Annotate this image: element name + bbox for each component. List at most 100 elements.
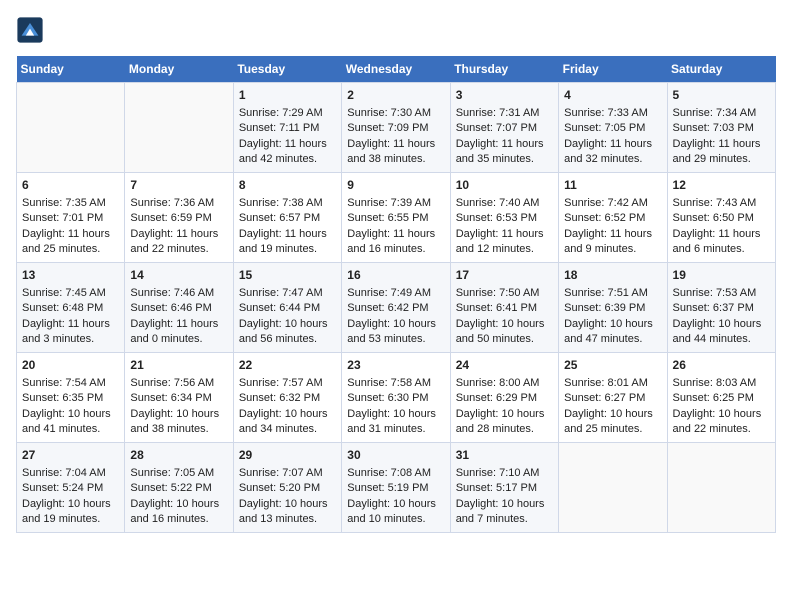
sunrise-text: Sunrise: 7:47 AM	[239, 286, 336, 301]
sunset-text: Sunset: 6:48 PM	[22, 301, 119, 316]
calendar-cell: 26Sunrise: 8:03 AMSunset: 6:25 PMDayligh…	[667, 353, 775, 443]
calendar-cell: 24Sunrise: 8:00 AMSunset: 6:29 PMDayligh…	[450, 353, 558, 443]
calendar-cell: 27Sunrise: 7:04 AMSunset: 5:24 PMDayligh…	[17, 443, 125, 533]
sunset-text: Sunset: 6:53 PM	[456, 211, 553, 226]
sunrise-text: Sunrise: 8:01 AM	[564, 376, 661, 391]
logo	[16, 16, 48, 44]
calendar-cell	[125, 83, 233, 173]
day-number: 16	[347, 267, 444, 284]
sunset-text: Sunset: 6:44 PM	[239, 301, 336, 316]
calendar-cell: 1 Sunrise: 7:29 AMSunset: 7:11 PMDaylight…	[233, 83, 341, 173]
daylight-text: Daylight: 10 hours and 56 minutes.	[239, 317, 336, 348]
daylight-text: Daylight: 11 hours and 6 minutes.	[673, 227, 770, 258]
daylight-text: Daylight: 10 hours and 41 minutes.	[22, 407, 119, 438]
day-of-week-header: Monday	[125, 56, 233, 83]
day-number: 12	[673, 177, 770, 194]
daylight-text: Daylight: 10 hours and 50 minutes.	[456, 317, 553, 348]
sunset-text: Sunset: 7:11 PM	[239, 121, 336, 136]
daylight-text: Daylight: 11 hours and 19 minutes.	[239, 227, 336, 258]
day-number: 17	[456, 267, 553, 284]
daylight-text: Daylight: 11 hours and 22 minutes.	[130, 227, 227, 258]
calendar-table: SundayMondayTuesdayWednesdayThursdayFrid…	[16, 56, 776, 533]
sunset-text: Sunset: 6:30 PM	[347, 391, 444, 406]
day-number: 25	[564, 357, 661, 374]
day-number: 14	[130, 267, 227, 284]
calendar-cell: 16Sunrise: 7:49 AMSunset: 6:42 PMDayligh…	[342, 263, 450, 353]
daylight-text: Daylight: 11 hours and 42 minutes.	[239, 137, 336, 168]
sunrise-text: Sunrise: 7:31 AM	[456, 106, 553, 121]
daylight-text: Daylight: 11 hours and 32 minutes.	[564, 137, 661, 168]
header-row: SundayMondayTuesdayWednesdayThursdayFrid…	[17, 56, 776, 83]
day-number: 15	[239, 267, 336, 284]
sunset-text: Sunset: 7:09 PM	[347, 121, 444, 136]
day-of-week-header: Wednesday	[342, 56, 450, 83]
day-of-week-header: Sunday	[17, 56, 125, 83]
sunset-text: Sunset: 6:39 PM	[564, 301, 661, 316]
day-of-week-header: Tuesday	[233, 56, 341, 83]
sunset-text: Sunset: 7:07 PM	[456, 121, 553, 136]
sunset-text: Sunset: 6:50 PM	[673, 211, 770, 226]
daylight-text: Daylight: 11 hours and 12 minutes.	[456, 227, 553, 258]
day-number: 7	[130, 177, 227, 194]
calendar-cell: 22Sunrise: 7:57 AMSunset: 6:32 PMDayligh…	[233, 353, 341, 443]
calendar-cell: 6Sunrise: 7:35 AMSunset: 7:01 PMDaylight…	[17, 173, 125, 263]
sunrise-text: Sunrise: 7:40 AM	[456, 196, 553, 211]
sunrise-text: Sunrise: 7:57 AM	[239, 376, 336, 391]
day-of-week-header: Thursday	[450, 56, 558, 83]
sunrise-text: Sunrise: 7:56 AM	[130, 376, 227, 391]
daylight-text: Daylight: 10 hours and 22 minutes.	[673, 407, 770, 438]
day-number: 3	[456, 87, 553, 104]
sunrise-text: Sunrise: 7:39 AM	[347, 196, 444, 211]
calendar-cell: 14Sunrise: 7:46 AMSunset: 6:46 PMDayligh…	[125, 263, 233, 353]
day-number: 23	[347, 357, 444, 374]
calendar-cell: 11Sunrise: 7:42 AMSunset: 6:52 PMDayligh…	[559, 173, 667, 263]
calendar-cell: 15 Sunrise: 7:47 AMSunset: 6:44 PMDayligh…	[233, 263, 341, 353]
daylight-text: Daylight: 10 hours and 47 minutes.	[564, 317, 661, 348]
calendar-cell: 25Sunrise: 8:01 AMSunset: 6:27 PMDayligh…	[559, 353, 667, 443]
sunrise-text: Sunrise: 7:45 AM	[22, 286, 119, 301]
sunset-text: Sunset: 6:37 PM	[673, 301, 770, 316]
sunset-text: Sunset: 5:20 PM	[239, 481, 336, 496]
calendar-week-row: 1Sunrise: 7:29 AMSunset: 7:11 PMDaylight…	[17, 83, 776, 173]
calendar-cell: 12Sunrise: 7:43 AMSunset: 6:50 PMDayligh…	[667, 173, 775, 263]
sunrise-text: Sunrise: 7:29 AM	[239, 106, 336, 121]
sunrise-text: Sunrise: 7:38 AM	[239, 196, 336, 211]
calendar-week-row: 27Sunrise: 7:04 AMSunset: 5:24 PMDayligh…	[17, 443, 776, 533]
daylight-text: Daylight: 10 hours and 13 minutes.	[239, 497, 336, 528]
sunset-text: Sunset: 6:46 PM	[130, 301, 227, 316]
sunset-text: Sunset: 6:27 PM	[564, 391, 661, 406]
day-number: 4	[564, 87, 661, 104]
calendar-cell: 21 Sunrise: 7:56 AMSunset: 6:34 PMDayligh…	[125, 353, 233, 443]
day-number: 19	[673, 267, 770, 284]
sunrise-text: Sunrise: 7:35 AM	[22, 196, 119, 211]
sunrise-text: Sunrise: 7:49 AM	[347, 286, 444, 301]
sunset-text: Sunset: 6:42 PM	[347, 301, 444, 316]
day-number: 24	[456, 357, 553, 374]
sunrise-text: Sunrise: 7:04 AM	[22, 466, 119, 481]
calendar-cell: 30Sunrise: 7:08 AMSunset: 5:19 PMDayligh…	[342, 443, 450, 533]
sunset-text: Sunset: 6:59 PM	[130, 211, 227, 226]
daylight-text: Daylight: 11 hours and 16 minutes.	[347, 227, 444, 258]
day-number: 21	[130, 357, 227, 374]
day-of-week-header: Saturday	[667, 56, 775, 83]
daylight-text: Daylight: 11 hours and 3 minutes.	[22, 317, 119, 348]
calendar-week-row: 6Sunrise: 7:35 AMSunset: 7:01 PMDaylight…	[17, 173, 776, 263]
sunset-text: Sunset: 7:05 PM	[564, 121, 661, 136]
calendar-cell: 8Sunrise: 7:38 AMSunset: 6:57 PMDaylight…	[233, 173, 341, 263]
day-number: 26	[673, 357, 770, 374]
sunrise-text: Sunrise: 7:50 AM	[456, 286, 553, 301]
calendar-cell: 9Sunrise: 7:39 AMSunset: 6:55 PMDaylight…	[342, 173, 450, 263]
daylight-text: Daylight: 11 hours and 29 minutes.	[673, 137, 770, 168]
calendar-cell: 10Sunrise: 7:40 AMSunset: 6:53 PMDayligh…	[450, 173, 558, 263]
daylight-text: Daylight: 10 hours and 38 minutes.	[130, 407, 227, 438]
calendar-cell: 28Sunrise: 7:05 AMSunset: 5:22 PMDayligh…	[125, 443, 233, 533]
day-number: 18	[564, 267, 661, 284]
sunrise-text: Sunrise: 7:53 AM	[673, 286, 770, 301]
calendar-week-row: 13Sunrise: 7:45 AMSunset: 6:48 PMDayligh…	[17, 263, 776, 353]
sunset-text: Sunset: 6:29 PM	[456, 391, 553, 406]
calendar-cell: 20Sunrise: 7:54 AMSunset: 6:35 PMDayligh…	[17, 353, 125, 443]
daylight-text: Daylight: 11 hours and 38 minutes.	[347, 137, 444, 168]
day-number: 1	[239, 87, 336, 104]
sunset-text: Sunset: 6:34 PM	[130, 391, 227, 406]
sunset-text: Sunset: 6:41 PM	[456, 301, 553, 316]
